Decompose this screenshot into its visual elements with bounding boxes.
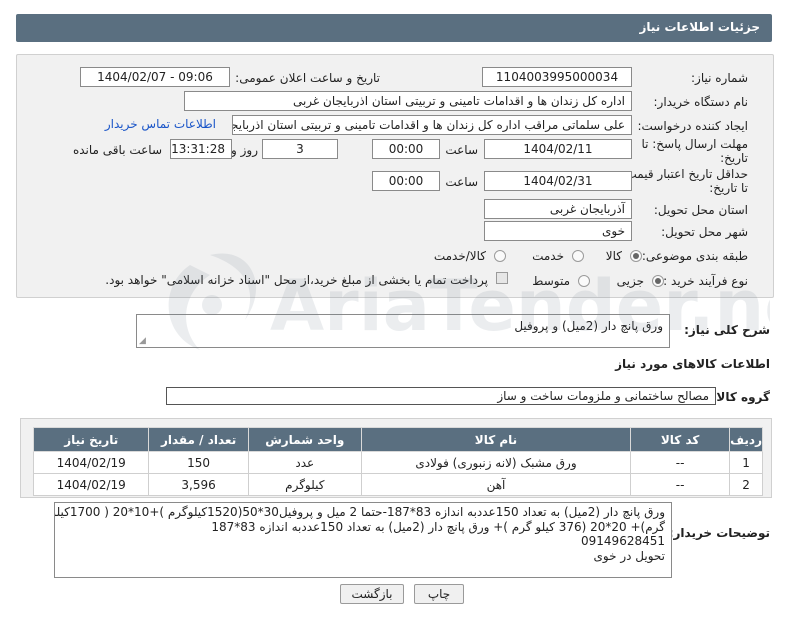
col-date-header: تاریخ نیاز: [32, 427, 150, 452]
goods-table-header: ردیف کد کالا نام کالا واحد شمارش تعداد /…: [32, 427, 763, 452]
row-unit: عدد: [247, 451, 362, 474]
back-button[interactable]: بازگشت: [340, 584, 404, 604]
goods-section-title: اطلاعات کالاهای مورد نیاز: [615, 357, 770, 371]
notes-line: تحویل در خوی: [593, 548, 666, 563]
table-row[interactable]: 2 -- آهن کیلوگرم 3,596 1404/02/19: [32, 473, 763, 496]
treasury-checkbox[interactable]: [496, 272, 508, 284]
page-header: جزئیات اطلاعات نیاز: [16, 14, 772, 42]
days-label: روز و: [231, 143, 258, 157]
process-option-medium: متوسط: [532, 274, 570, 288]
notes-line: گرم)+ 20*20 (376 کیلو گرم )+ ورق پانچ دا…: [211, 519, 665, 534]
summary-field[interactable]: ورق پانچ دار (2میل) و پروفیل ◢: [136, 314, 670, 348]
category-radio-service[interactable]: [572, 250, 584, 262]
price-date-field[interactable]: 1404/02/31: [484, 171, 632, 191]
buyer-org-label: نام دستگاه خریدار:: [653, 95, 749, 109]
row-unit: کیلوگرم: [247, 473, 362, 496]
category-radio-goods[interactable]: [630, 250, 642, 262]
price-validity-label-2: تا تاریخ:: [709, 181, 748, 195]
buyer-notes-label: توضیحات خریدار:: [668, 526, 770, 540]
category-label: طبقه بندی موضوعی:: [641, 249, 748, 263]
process-radio-partial[interactable]: [652, 275, 664, 287]
remaining-time-field[interactable]: 13:31:28: [170, 139, 232, 159]
col-name-header: نام کالا: [360, 427, 632, 452]
resize-grip-icon[interactable]: ◢: [139, 336, 146, 346]
category-radio-goods-service[interactable]: [494, 250, 506, 262]
goods-table-panel: ردیف کد کالا نام کالا واحد شمارش تعداد /…: [20, 418, 772, 498]
announce-field[interactable]: 1404/02/07 - 09:06: [80, 67, 230, 87]
goods-group-field[interactable]: مصالح ساختمانی و ملزومات ساخت و ساز: [166, 387, 716, 405]
col-unit-header: واحد شمارش: [247, 427, 362, 452]
price-time-label: ساعت: [445, 175, 478, 189]
print-button[interactable]: چاپ: [414, 584, 464, 604]
reply-time-label: ساعت: [445, 143, 478, 157]
process-radio-medium[interactable]: [578, 275, 590, 287]
need-number-field[interactable]: 1104003995000034: [482, 67, 632, 87]
category-option-goods-service: کالا/خدمت: [433, 249, 486, 263]
row-index: 1: [729, 451, 763, 474]
reply-deadline-label-2: تاریخ:: [720, 151, 748, 165]
reply-time-field[interactable]: 00:00: [372, 139, 440, 159]
need-number-label: شماره نیاز:: [691, 71, 748, 85]
process-label: نوع فرآیند خرید :: [663, 274, 748, 288]
row-qty: 3,596: [148, 473, 249, 496]
payment-note: پرداخت تمام یا بخشی از مبلغ خرید،از محل …: [105, 273, 488, 287]
price-time-field[interactable]: 00:00: [372, 171, 440, 191]
row-date: 1404/02/19: [32, 451, 150, 474]
row-qty: 150: [148, 451, 249, 474]
announce-label: تاریخ و ساعت اعلان عمومی:: [235, 71, 380, 85]
notes-line: ورق پانچ دار (2میل) به تعداد 150عددبه ان…: [55, 505, 665, 519]
row-name: آهن: [360, 473, 632, 496]
buyer-notes-field[interactable]: ورق پانچ دار (2میل) به تعداد 150عددبه ان…: [54, 502, 672, 578]
col-qty-header: تعداد / مقدار: [148, 427, 249, 452]
delivery-province-label: استان محل تحویل:: [653, 203, 748, 217]
contact-buyer-link[interactable]: اطلاعات تماس خریدار: [105, 117, 216, 131]
page-title: جزئیات اطلاعات نیاز: [639, 20, 760, 34]
creator-field[interactable]: علی سلماتی مراقب اداره کل زندان ها و اقد…: [232, 115, 632, 135]
col-index-header: ردیف: [729, 427, 763, 452]
goods-group-label: گروه کالا:: [711, 390, 770, 404]
price-validity-label: حداقل تاریخ اعتبار قیمت:: [621, 167, 748, 181]
reply-date-field[interactable]: 1404/02/11: [484, 139, 632, 159]
table-row[interactable]: 1 -- ورق مشبک (لانه زنبوری) فولادی عدد 1…: [32, 451, 763, 474]
col-code-header: کد کالا: [630, 427, 731, 452]
remaining-label: ساعت باقی مانده: [72, 143, 162, 157]
buyer-org-field[interactable]: اداره کل زندان ها و اقدامات تامینی و ترب…: [184, 91, 632, 111]
row-code: --: [630, 451, 731, 474]
delivery-city-field[interactable]: خوی: [484, 221, 632, 241]
reply-deadline-label: مهلت ارسال پاسخ: تا: [641, 137, 748, 151]
row-name: ورق مشبک (لانه زنبوری) فولادی: [360, 451, 632, 474]
delivery-city-label: شهر محل تحویل:: [661, 225, 748, 239]
row-date: 1404/02/19: [32, 473, 150, 496]
days-field[interactable]: 3: [262, 139, 338, 159]
delivery-province-field[interactable]: آذربایجان غربی: [484, 199, 632, 219]
process-option-partial: جزیی: [616, 274, 644, 288]
row-index: 2: [729, 473, 763, 496]
category-option-goods: کالا: [605, 249, 622, 263]
notes-line: 09149628451: [581, 534, 665, 548]
goods-table: ردیف کد کالا نام کالا واحد شمارش تعداد /…: [32, 427, 763, 496]
creator-label: ایجاد کننده درخواست:: [637, 119, 748, 133]
summary-text: ورق پانچ دار (2میل) و پروفیل: [514, 319, 663, 333]
category-option-service: خدمت: [532, 249, 564, 263]
summary-label: شرح کلی نیاز:: [684, 323, 770, 337]
row-code: --: [630, 473, 731, 496]
